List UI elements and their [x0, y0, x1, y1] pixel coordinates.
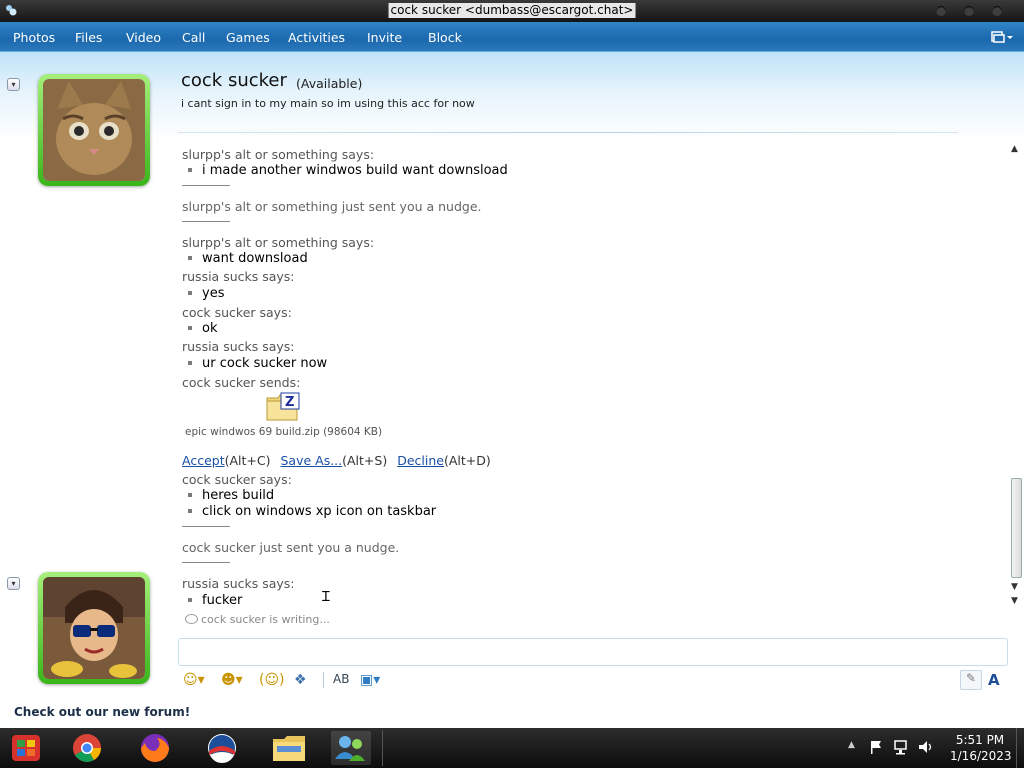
kitten-picture: [43, 79, 145, 181]
messenger-taskbar-icon[interactable]: [331, 731, 371, 765]
maximize-button[interactable]: [964, 6, 974, 16]
network-icon[interactable]: [893, 739, 909, 755]
decline-link[interactable]: Decline: [397, 453, 444, 468]
chat-message: want downsload: [182, 251, 308, 266]
chat-message: fucker: [182, 593, 242, 608]
clock-date: 1/16/2023: [950, 749, 1012, 763]
cartoon-picture: [43, 577, 145, 679]
chat-nudge: slurpp's alt or something just sent you …: [182, 199, 482, 214]
menu-activities[interactable]: Activities: [288, 30, 345, 45]
chrome-icon[interactable]: [67, 731, 107, 765]
chat-scrollbar[interactable]: ▲ ▼ ▼: [1009, 140, 1024, 606]
chat-message: ok: [182, 321, 217, 336]
scroll-up-icon[interactable]: ▲: [1011, 144, 1018, 154]
chat-sender: cock sucker says:: [182, 472, 292, 487]
zip-file-icon[interactable]: Z: [266, 392, 300, 422]
collapse-self-icon[interactable]: ▾: [7, 577, 20, 590]
user-avatar[interactable]: [38, 572, 150, 684]
accept-shortcut: (Alt+C): [224, 453, 271, 468]
contact-avatar[interactable]: [38, 74, 150, 186]
menu-photos[interactable]: Photos: [13, 30, 55, 45]
menu-invite[interactable]: Invite: [367, 30, 402, 45]
clock-time: 5:51 PM: [955, 733, 1005, 747]
emoticon-icon[interactable]: (☺): [259, 672, 285, 690]
nudge-icon[interactable]: ❖: [294, 672, 307, 690]
chat-divider: [182, 221, 230, 222]
title-bar: cock sucker <dumbass@escargot.chat>: [0, 0, 1024, 22]
chat-message: heres build: [182, 488, 274, 503]
firefox-icon[interactable]: [135, 731, 175, 765]
accept-link[interactable]: Accept: [182, 453, 225, 468]
chat-message: i made another windwos build want downsl…: [182, 163, 508, 178]
conversation-area: ▾ cock sucker (Available) i cant sign in…: [0, 52, 1024, 728]
file-name: epic windwos 69 build.zip (98604 KB): [185, 426, 383, 438]
handwriting-icon[interactable]: ✎: [960, 670, 982, 690]
chat-nudge: cock sucker just sent you a nudge.: [182, 540, 400, 555]
action-center-flag-icon[interactable]: [868, 739, 884, 755]
wink-icon[interactable]: ☻▾: [221, 672, 243, 690]
save-as-shortcut: (Alt+S): [342, 453, 388, 468]
text-cursor-icon: Ɪ: [322, 589, 330, 605]
smiley-icon[interactable]: ☺▾: [183, 672, 205, 690]
scroll-end-icon[interactable]: ▼: [1011, 596, 1018, 606]
menu-call[interactable]: Call: [182, 30, 205, 45]
chat-sender: russia sucks says:: [182, 269, 295, 284]
show-desktop-button[interactable]: [1016, 728, 1024, 768]
show-menu-icon[interactable]: [990, 29, 1014, 45]
minimize-button[interactable]: [936, 6, 946, 16]
chat-sender: cock sucker says:: [182, 305, 292, 320]
menu-files[interactable]: Files: [75, 30, 102, 45]
menu-block[interactable]: Block: [428, 30, 462, 45]
typing-text: cock sucker is writing...: [201, 613, 330, 626]
forum-link[interactable]: Check out our new forum!: [14, 705, 190, 719]
scroll-down-icon[interactable]: ▼: [1011, 582, 1018, 592]
header-divider: [178, 132, 958, 133]
chat-divider: [182, 526, 230, 527]
menu-bar: Photos Files Video Call Games Activities…: [0, 22, 1024, 52]
decline-shortcut: (Alt+D): [443, 453, 491, 468]
contact-status: (Available): [296, 76, 363, 91]
contact-name: cock sucker: [181, 70, 287, 91]
volume-icon[interactable]: [917, 739, 935, 755]
svg-text:Z: Z: [285, 395, 294, 410]
text-style-icon[interactable]: A: [988, 671, 1000, 689]
typing-bubble-icon: [185, 614, 198, 624]
font-icon[interactable]: AB: [333, 672, 349, 690]
taskbar-clock[interactable]: 5:51 PM 1/16/2023: [950, 732, 1012, 764]
chat-sender: russia sucks says:: [182, 339, 295, 354]
chat-message: ur cock sucker now: [182, 356, 327, 371]
menu-games[interactable]: Games: [226, 30, 270, 45]
menu-video[interactable]: Video: [126, 30, 161, 45]
save-as-link[interactable]: Save As...: [280, 453, 342, 468]
file-transfer-actions: Accept(Alt+C) Save As...(Alt+S) Decline(…: [182, 453, 491, 468]
scroll-thumb[interactable]: [1011, 478, 1022, 578]
chat-sender: russia sucks says:: [182, 576, 295, 591]
typing-indicator: cock sucker is writing...: [185, 613, 330, 626]
chat-sender: slurpp's alt or something says:: [182, 147, 375, 162]
chat-divider: [182, 562, 230, 563]
file-explorer-icon[interactable]: [269, 731, 309, 765]
tray-expand-icon[interactable]: ▲: [848, 740, 855, 750]
chat-message: yes: [182, 286, 224, 301]
taskbar-separator: [382, 730, 383, 766]
taskbar: ▲ 5:51 PM 1/16/2023: [0, 728, 1024, 768]
chat-sender: cock sucker sends:: [182, 375, 301, 390]
toolbar-separator: [323, 672, 324, 688]
chat-divider: [182, 185, 230, 186]
contact-personal-message: i cant sign in to my main so im using th…: [181, 97, 475, 110]
obama-logo-icon[interactable]: [202, 731, 242, 765]
chat-sender: slurpp's alt or something says:: [182, 235, 375, 250]
messenger-app-icon: [6, 5, 17, 16]
chat-message: click on windows xp icon on taskbar: [182, 504, 436, 519]
window-title: cock sucker <dumbass@escargot.chat>: [388, 3, 636, 18]
background-icon[interactable]: ▣▾: [360, 672, 380, 690]
collapse-contact-icon[interactable]: ▾: [7, 78, 20, 91]
close-button[interactable]: [992, 6, 1002, 16]
message-input[interactable]: [178, 638, 1008, 666]
start-button[interactable]: [6, 731, 46, 765]
